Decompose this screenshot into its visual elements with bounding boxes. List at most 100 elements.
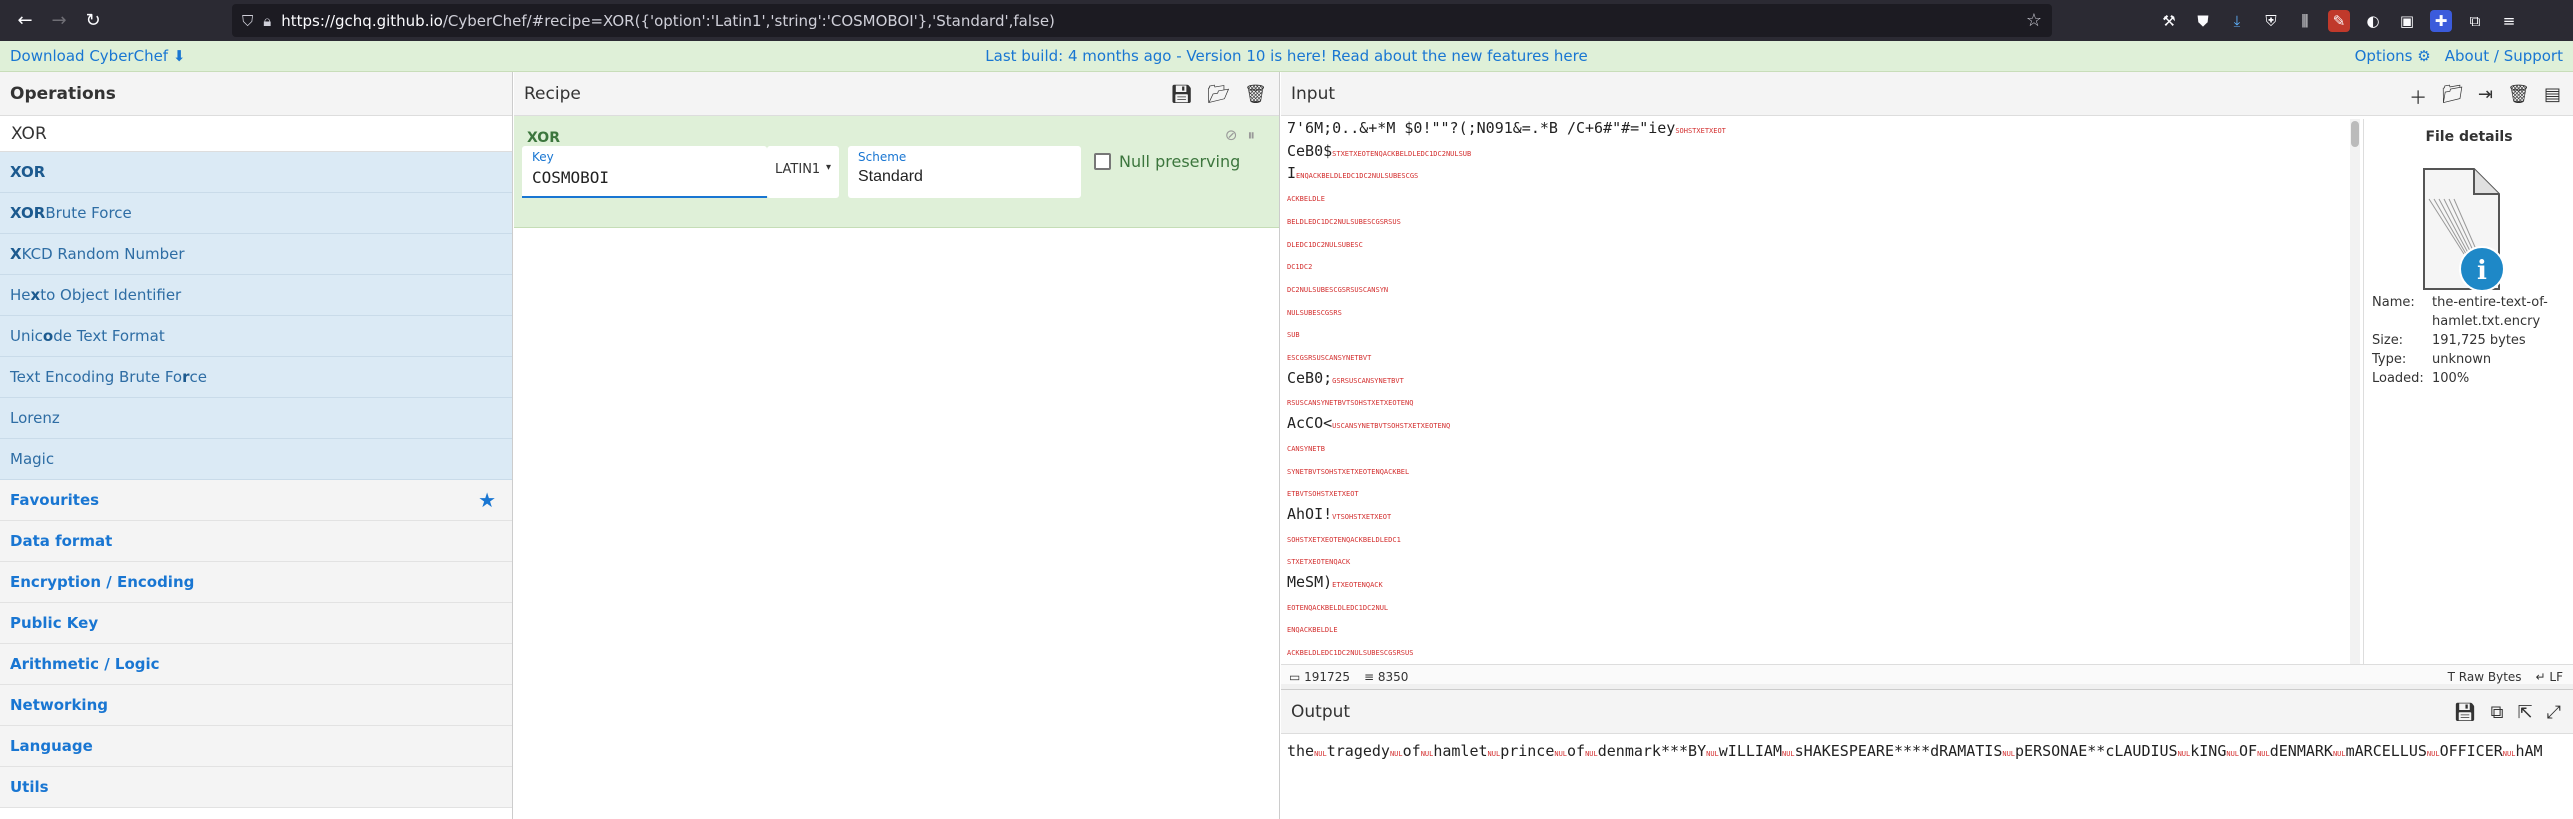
library-icon[interactable]: ⫼: [2294, 10, 2316, 32]
input-textarea[interactable]: 7'6M;0..&+*M $0!""?(;N091&=.*B /C+6#"#="…: [1287, 119, 2347, 659]
category-favourites[interactable]: Favourites ★: [0, 480, 512, 521]
replace-input-icon[interactable]: ⇱: [2518, 702, 2533, 723]
input-title: Input: [1281, 72, 2573, 116]
op-label-match: XOR: [10, 204, 46, 222]
save-icon[interactable]: 💾︎: [1170, 84, 1193, 105]
key-encoding-dropdown[interactable]: LATIN1 ▾: [767, 146, 839, 198]
op-label-post: de Text Format: [53, 327, 165, 345]
wrench-icon[interactable]: ⚒: [2158, 10, 2180, 32]
category-label: Data format: [10, 532, 113, 550]
input-line: NULSUBESCGSRS: [1287, 301, 2347, 324]
null-preserving-toggle[interactable]: Null preserving: [1094, 152, 1240, 171]
input-line-text: MeSM): [1287, 573, 1333, 592]
output-word: hamlet: [1433, 742, 1488, 760]
about-support-link[interactable]: About / Support: [2445, 47, 2563, 65]
disable-icon[interactable]: ⊘: [1225, 126, 1238, 144]
length-stat: ▭ 191725: [1289, 670, 1350, 684]
scroll-thumb[interactable]: [2351, 121, 2359, 147]
category-arithmetic-logic[interactable]: Arithmetic / Logic: [0, 644, 512, 685]
download-cyberchef-link[interactable]: Download CyberChef ⬇: [10, 47, 185, 65]
open-file-icon[interactable]: ⇥: [2478, 84, 2493, 110]
key-field[interactable]: Key COSMOBOI: [522, 146, 767, 198]
output-word: pERSONAE**cLAUDIUS: [2015, 742, 2178, 760]
back-icon[interactable]: ←: [8, 6, 42, 36]
bookmark-star-icon[interactable]: ☆: [2026, 10, 2042, 31]
input-line: RSUSCANSYNETBVTSOHSTXETXEOTENQ: [1287, 391, 2347, 414]
control-char-markers: ACKBELDLE: [1287, 195, 1325, 204]
input-line: 7'6M;0..&+*M $0!""?(;N091&=.*B /C+6#"#="…: [1287, 119, 2347, 142]
input-scrollbar[interactable]: [2350, 119, 2360, 664]
category-label: Utils: [10, 778, 49, 796]
open-folder-icon[interactable]: 📁︎: [2441, 84, 2464, 110]
input-line: MeSM)ETXEOTENQACK: [1287, 573, 2347, 596]
maximise-icon[interactable]: ⤢: [2547, 702, 2561, 723]
category-data-format[interactable]: Data format: [0, 521, 512, 562]
input-line: CANSYNETB: [1287, 437, 2347, 460]
chr-enc-button[interactable]: T Raw Bytes: [2448, 670, 2522, 684]
category-label: Networking: [10, 696, 108, 714]
save-output-icon[interactable]: 💾︎: [2454, 702, 2477, 723]
xor-operation[interactable]: XOR ⊘ ⏸︎ Key COSMOBOI LATIN1 ▾ Scheme St…: [514, 116, 1279, 228]
operation-result[interactable]: XOR: [0, 152, 512, 193]
trash-icon[interactable]: 🗑︎: [1244, 84, 1267, 105]
forward-icon[interactable]: →: [42, 6, 76, 36]
scheme-field[interactable]: Scheme Standard: [848, 146, 1081, 198]
folder-open-icon[interactable]: 📂︎: [1207, 84, 1230, 105]
null-char-marker: NUL: [2332, 750, 2346, 758]
null-char-marker: NUL: [2002, 750, 2016, 758]
layout-icon[interactable]: ▤: [2544, 84, 2561, 110]
eol-button[interactable]: ↵ LF: [2536, 670, 2563, 684]
pocket-icon[interactable]: ⛊: [2192, 10, 2214, 32]
null-preserving-checkbox[interactable]: [1094, 153, 1111, 170]
operation-result[interactable]: He x to Object Identifier: [0, 275, 512, 316]
length-value: 191725: [1304, 670, 1350, 684]
operations-search-input[interactable]: XOR: [0, 116, 512, 152]
trash-icon[interactable]: 🗑︎: [2507, 84, 2530, 110]
input-line: SUB: [1287, 323, 2347, 346]
operation-result[interactable]: X KCD Random Number: [0, 234, 512, 275]
build-message[interactable]: Last build: 4 months ago - Version 10 is…: [0, 47, 2573, 65]
operation-result[interactable]: XOR Brute Force: [0, 193, 512, 234]
reload-icon[interactable]: ↻: [76, 6, 110, 36]
control-char-markers: STXETXEOTENQACK: [1287, 558, 1351, 567]
category-encryption-encoding[interactable]: Encryption / Encoding: [0, 562, 512, 603]
key-encoding-value: LATIN1: [775, 162, 821, 177]
pause-icon[interactable]: ⏸︎: [1247, 126, 1255, 144]
add-tab-icon[interactable]: ＋: [2409, 84, 2427, 110]
control-char-markers: ESCGSRSUSCANSYNETBVT: [1287, 354, 1372, 363]
menu-icon[interactable]: ≡: [2498, 10, 2520, 32]
copy-icon[interactable]: ⧉: [2491, 702, 2504, 723]
input-line-text: I: [1287, 164, 1297, 183]
category-label: Arithmetic / Logic: [10, 655, 160, 673]
input-line-text: AcCO<: [1287, 414, 1333, 433]
favourites-star-icon[interactable]: ★: [478, 488, 496, 512]
category-language[interactable]: Language: [0, 726, 512, 767]
url-bar[interactable]: ⛉ 🔒︎ https://gchq.github.io /CyberChef/#…: [232, 4, 2052, 37]
operation-result[interactable]: Unic o de Text Format: [0, 316, 512, 357]
shield-icon[interactable]: ⛉: [242, 12, 253, 30]
category-utils[interactable]: Utils: [0, 767, 512, 808]
svg-text:i: i: [2477, 256, 2487, 286]
blue-extension-icon[interactable]: ✚: [2430, 9, 2452, 32]
extension-shield-icon[interactable]: ⛨: [2260, 10, 2282, 32]
puzzle-icon[interactable]: ⧉: [2464, 10, 2486, 32]
input-line: ESCGSRSUSCANSYNETBVT: [1287, 346, 2347, 369]
file-loaded-row: Loaded: 100%: [2372, 369, 2572, 388]
operation-result[interactable]: Text Encoding Brute Fo r ce: [0, 357, 512, 398]
red-extension-icon[interactable]: ✎: [2328, 9, 2350, 32]
category-networking[interactable]: Networking: [0, 685, 512, 726]
category-public-key[interactable]: Public Key: [0, 603, 512, 644]
gear-icon: ⚙: [2417, 47, 2431, 65]
null-char-marker: NUL: [1782, 750, 1795, 758]
download-icon[interactable]: ⤓: [2226, 10, 2248, 32]
operation-result[interactable]: Lorenz: [0, 398, 512, 439]
operation-result[interactable]: Magic: [0, 439, 512, 480]
options-link[interactable]: Options ⚙: [2355, 47, 2431, 65]
output-textarea[interactable]: theNULtragedyNULofNULhamletNULprinceNULo…: [1287, 742, 2567, 760]
ublock-icon[interactable]: ▣: [2396, 10, 2418, 32]
key-value[interactable]: COSMOBOI: [532, 168, 609, 187]
control-char-markers: ACKBELDLEDC1DC2NULSUBESCGSRSUS: [1287, 649, 1414, 658]
size-key: Size:: [2372, 333, 2404, 348]
cookie-icon[interactable]: ◐: [2362, 10, 2384, 32]
lock-icon[interactable]: 🔒︎: [263, 12, 271, 30]
